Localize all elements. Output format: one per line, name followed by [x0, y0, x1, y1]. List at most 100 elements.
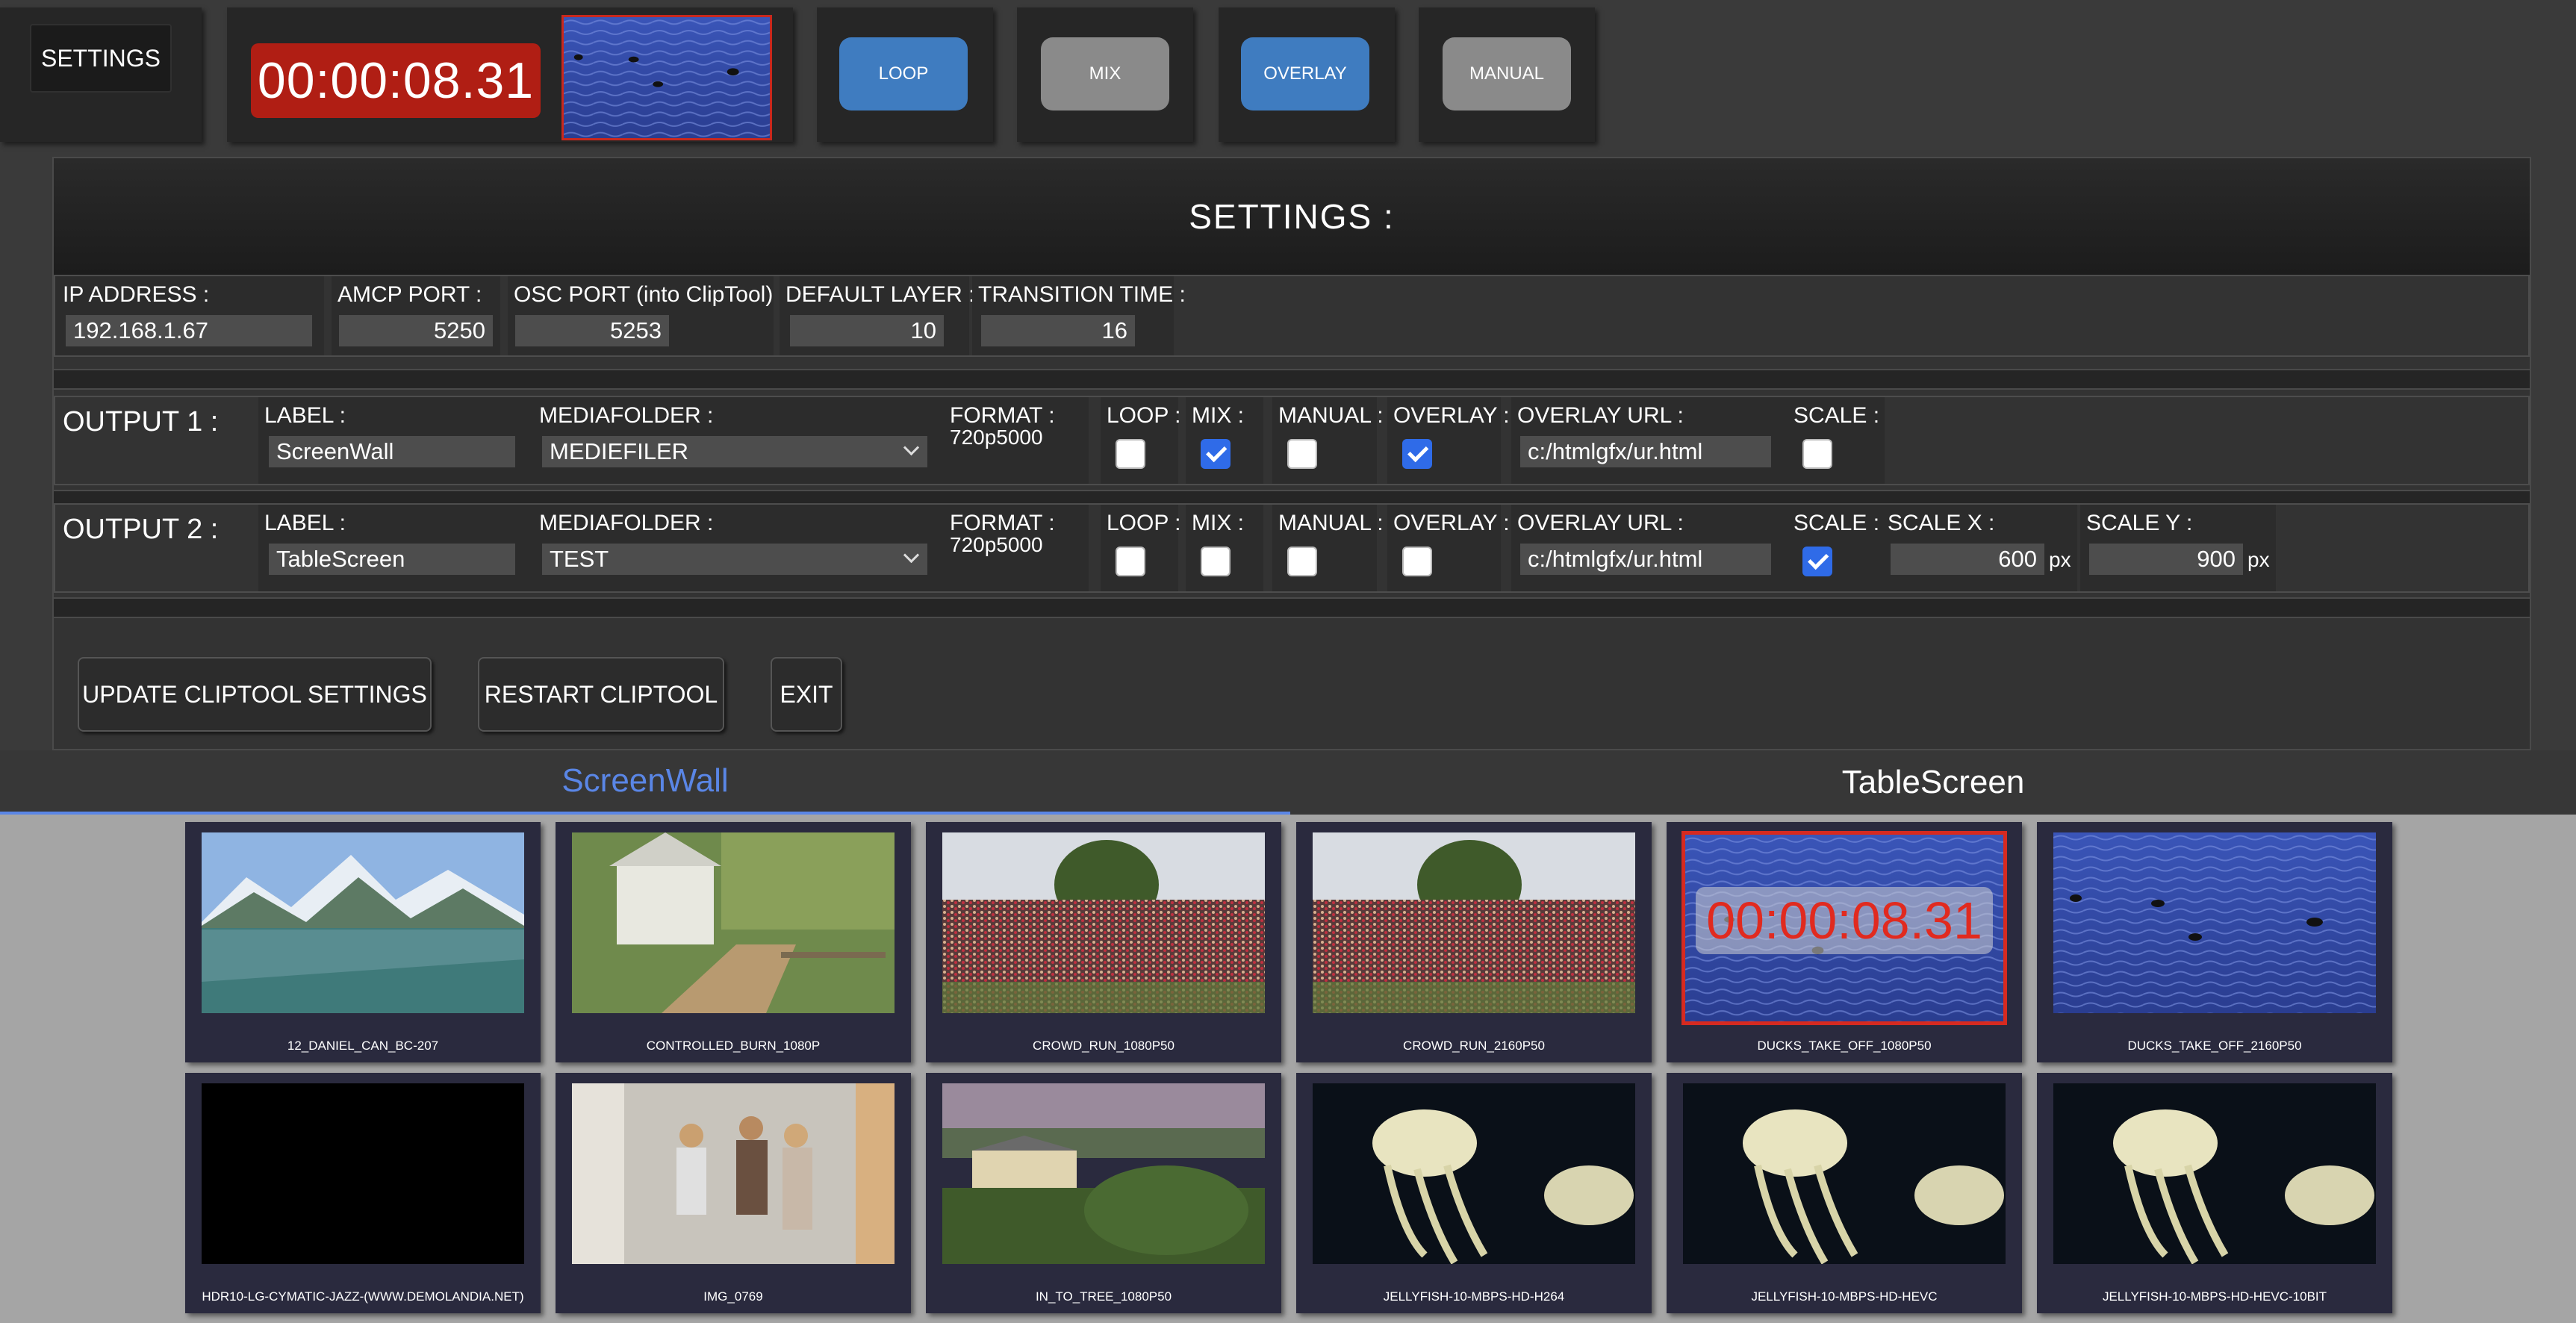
output-2-scale-x-unit: px	[2049, 548, 2071, 571]
output-1-scale-checkbox[interactable]	[1802, 439, 1832, 469]
output-1-manual-caption: MANUAL :	[1278, 403, 1384, 428]
output-1-row: OUTPUT 1 : LABEL : ScreenWall MEDIAFOLDE…	[54, 396, 2530, 485]
output-2-mix-checkbox[interactable]	[1201, 547, 1231, 576]
osc-port-group: OSC PORT (into ClipTool) : 5253	[508, 276, 785, 355]
output-2-overlay-url-input[interactable]: c:/htmlgfx/ur.html	[1520, 544, 1771, 575]
update-cliptool-settings-button[interactable]: UPDATE CLIPTOOL SETTINGS	[78, 657, 432, 732]
output-2-label-caption: LABEL :	[264, 511, 346, 535]
output-tab-bar: ScreenWall TableScreen	[0, 750, 2576, 815]
output-1-label-input[interactable]: ScreenWall	[269, 436, 515, 467]
clip-tile[interactable]: IN_TO_TREE_1080P50	[926, 1073, 1281, 1313]
separator-strip	[54, 369, 2530, 390]
clip-thumbnail	[942, 832, 1265, 1013]
output-1-mix-group: MIX :	[1186, 397, 1263, 484]
output-2-mediafolder-caption: MEDIAFOLDER :	[539, 511, 714, 535]
output-2-mediafolder-value: TEST	[550, 546, 609, 572]
output-1-mix-checkbox[interactable]	[1201, 439, 1231, 469]
tab-tablescreen[interactable]: TableScreen	[1290, 750, 2576, 815]
output-1-scale-caption: SCALE :	[1793, 403, 1880, 428]
transition-time-input[interactable]: 16	[981, 315, 1135, 346]
output-1-overlay-url-input[interactable]: c:/htmlgfx/ur.html	[1520, 436, 1771, 467]
settings-button[interactable]: SETTINGS	[30, 24, 172, 93]
clip-tile[interactable]: IMG_0769	[556, 1073, 911, 1313]
clip-name: HDR10-LG-CYMATIC-JAZZ-(WWW.DEMOLANDIA.NE…	[202, 1289, 524, 1304]
amcp-port-input[interactable]: 5250	[339, 315, 493, 346]
clip-tile[interactable]: CROWD_RUN_1080P50	[926, 822, 1281, 1062]
output-2-mediafolder-select[interactable]: TEST	[542, 544, 927, 575]
output-1-manual-group: MANUAL :	[1272, 397, 1384, 484]
chevron-down-icon	[903, 547, 920, 564]
output-2-mix-group: MIX :	[1186, 505, 1263, 591]
exit-button[interactable]: EXIT	[771, 657, 842, 732]
output-2-format-group: FORMAT : 720p5000	[944, 505, 1089, 591]
output-1-loop-checkbox[interactable]	[1116, 439, 1145, 469]
osc-port-input[interactable]: 5253	[515, 315, 669, 346]
overlay-panel: OVERLAY	[1219, 7, 1395, 142]
clip-tile[interactable]: 12_DANIEL_CAN_BC-207	[185, 822, 541, 1062]
output-1-overlay-group: OVERLAY :	[1387, 397, 1510, 484]
clip-tile-playing[interactable]: 00:00:08.31 DUCKS_TAKE_OFF_1080P50	[1667, 822, 2022, 1062]
clip-thumbnail	[202, 832, 524, 1013]
output-2-manual-group: MANUAL :	[1272, 505, 1384, 591]
output-2-overlay-group: OVERLAY :	[1387, 505, 1510, 591]
output-2-scale-caption: SCALE :	[1793, 511, 1880, 535]
default-layer-input[interactable]: 10	[790, 315, 944, 346]
clip-thumbnail	[1683, 1083, 2006, 1264]
loop-mode-button[interactable]: LOOP	[839, 37, 968, 110]
clip-name: JELLYFISH-10-MBPS-HD-HEVC-10BIT	[2102, 1289, 2327, 1304]
output-2-manual-caption: MANUAL :	[1278, 511, 1384, 535]
clip-name: CONTROLLED_BURN_1080P	[646, 1039, 821, 1053]
action-button-row: UPDATE CLIPTOOL SETTINGS RESTART CLIPTOO…	[54, 623, 2530, 750]
overlay-mode-button[interactable]: OVERLAY	[1241, 37, 1369, 110]
clip-name: JELLYFISH-10-MBPS-HD-H264	[1383, 1289, 1565, 1304]
output-2-scale-group: SCALE :	[1788, 505, 1885, 591]
output-2-mix-caption: MIX :	[1192, 511, 1245, 535]
output-2-label-input[interactable]: TableScreen	[269, 544, 515, 575]
live-preview-thumbnail	[561, 15, 772, 140]
output-1-scale-group: SCALE :	[1788, 397, 1885, 484]
manual-mode-button[interactable]: MANUAL	[1443, 37, 1571, 110]
clip-tile[interactable]: JELLYFISH-10-MBPS-HD-HEVC	[1667, 1073, 2022, 1313]
output-2-overlay-url-group: OVERLAY URL : c:/htmlgfx/ur.html	[1511, 505, 1817, 591]
output-1-overlay-url-group: OVERLAY URL : c:/htmlgfx/ur.html	[1511, 397, 1817, 484]
output-1-overlay-caption: OVERLAY :	[1393, 403, 1510, 428]
output-2-scale-x-input[interactable]: 600	[1891, 544, 2044, 575]
clip-tile[interactable]: CONTROLLED_BURN_1080P	[556, 822, 911, 1062]
output-1-label-caption: LABEL :	[264, 403, 346, 428]
separator-strip	[54, 490, 2530, 505]
mix-panel: MIX	[1017, 7, 1193, 142]
clip-tile[interactable]: JELLYFISH-10-MBPS-HD-HEVC-10BIT	[2037, 1073, 2392, 1313]
restart-cliptool-button[interactable]: RESTART CLIPTOOL	[478, 657, 724, 732]
tab-screenwall[interactable]: ScreenWall	[0, 750, 1290, 815]
output-2-loop-caption: LOOP :	[1107, 511, 1181, 535]
clip-tile[interactable]: JELLYFISH-10-MBPS-HD-H264	[1296, 1073, 1652, 1313]
clip-tile[interactable]: HDR10-LG-CYMATIC-JAZZ-(WWW.DEMOLANDIA.NE…	[185, 1073, 541, 1313]
clip-tile[interactable]: CROWD_RUN_2160P50	[1296, 822, 1652, 1062]
clip-thumbnail	[942, 1083, 1265, 1264]
output-1-manual-checkbox[interactable]	[1287, 439, 1317, 469]
mix-mode-button[interactable]: MIX	[1041, 37, 1169, 110]
output-2-scale-y-input[interactable]: 900	[2089, 544, 2243, 575]
ip-address-label: IP ADDRESS :	[63, 282, 210, 307]
output-1-overlay-checkbox[interactable]	[1402, 439, 1432, 469]
output-2-scale-x-caption: SCALE X :	[1888, 511, 1995, 535]
output-2-scale-x-group: SCALE X : 600 px	[1882, 505, 2077, 591]
ip-address-group: IP ADDRESS : 192.168.1.67	[55, 276, 324, 355]
output-1-mediafolder-select[interactable]: MEDIEFILER	[542, 436, 927, 467]
output-2-scale-checkbox[interactable]	[1802, 547, 1832, 576]
settings-title: SETTINGS :	[54, 158, 2530, 275]
output-2-format-value: 720p5000	[950, 533, 1043, 556]
clip-name: IN_TO_TREE_1080P50	[1035, 1289, 1172, 1304]
output-2-scale-y-unit: px	[2247, 548, 2270, 571]
output-2-overlay-checkbox[interactable]	[1402, 547, 1432, 576]
settings-button-panel: SETTINGS	[0, 7, 202, 142]
output-1-title: OUTPUT 1 :	[63, 406, 219, 438]
ip-address-input[interactable]: 192.168.1.67	[66, 315, 312, 346]
clip-name: CROWD_RUN_1080P50	[1033, 1039, 1175, 1053]
clip-tile[interactable]: DUCKS_TAKE_OFF_2160P50	[2037, 822, 2392, 1062]
output-2-scale-y-caption: SCALE Y :	[2086, 511, 2193, 535]
output-1-mediafolder-value: MEDIEFILER	[550, 438, 689, 464]
amcp-port-label: AMCP PORT :	[337, 282, 482, 307]
output-2-manual-checkbox[interactable]	[1287, 547, 1317, 576]
output-2-loop-checkbox[interactable]	[1116, 547, 1145, 576]
